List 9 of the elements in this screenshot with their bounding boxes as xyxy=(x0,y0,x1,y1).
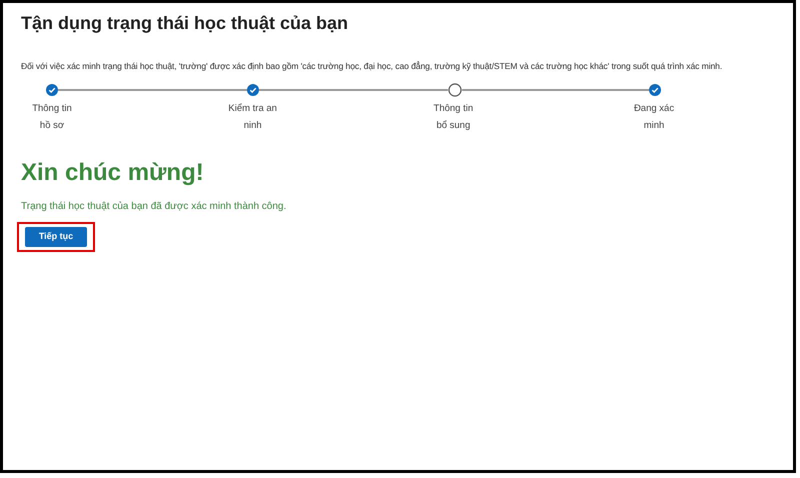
step-label: Thông tin bổ sung xyxy=(432,102,474,133)
page-title: Tận dụng trạng thái học thuật của bạn xyxy=(21,12,349,35)
step-label: Thông tin hồ sơ xyxy=(31,102,73,133)
success-heading: Xin chúc mừng! xyxy=(21,158,205,188)
step-label: Đang xác minh xyxy=(632,102,676,133)
continue-button[interactable]: Tiếp tục xyxy=(25,226,87,247)
step-label: Kiểm tra an ninh xyxy=(227,102,278,133)
success-message: Trạng thái học thuật của bạn đã được xác minh thành công. xyxy=(21,200,288,214)
description-text: Đối với việc xác minh trạng thái học thuật, 'trường' được xác định bao gồm 'các trường học, đại học, cao đẳng, trường kỹ thuật/STEM và các trường học khác' trong suốt quá trình xác minh. xyxy=(21,60,724,73)
